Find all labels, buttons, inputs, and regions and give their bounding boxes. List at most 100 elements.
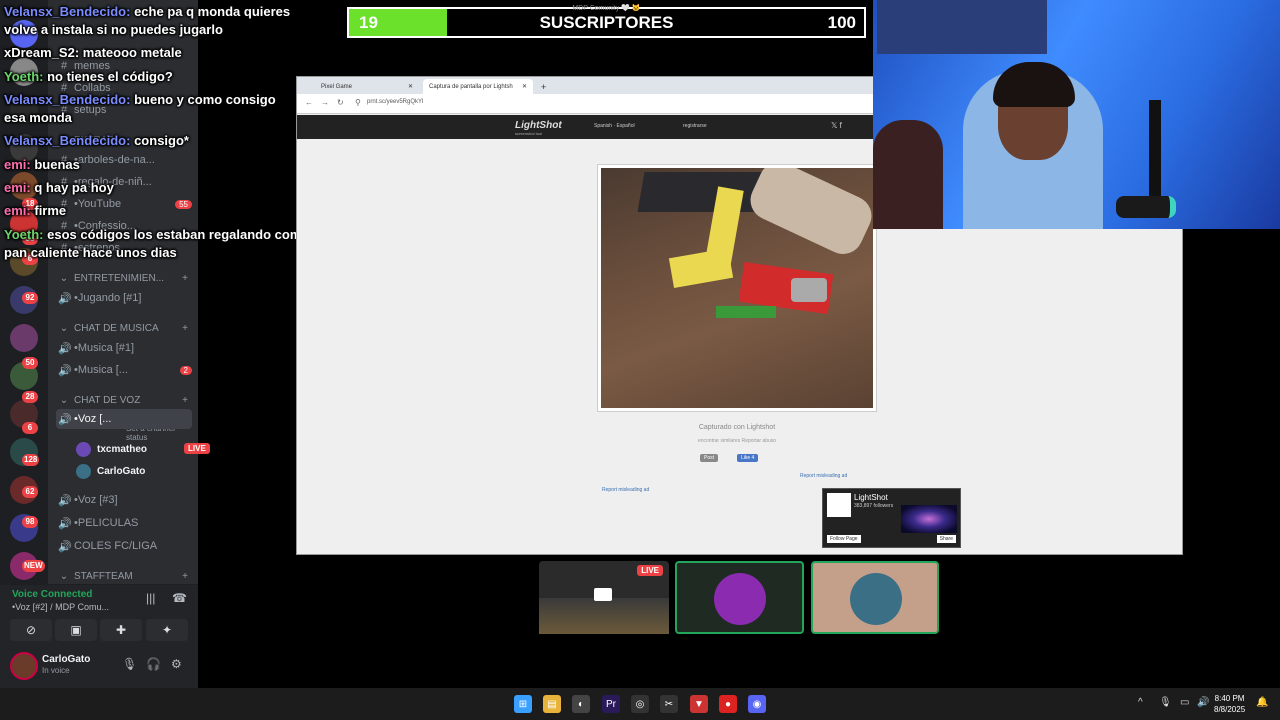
galaxy-image	[901, 505, 957, 533]
channel-category[interactable]: ⌄ ENTRETENIMIEN... +	[58, 268, 198, 288]
avatar	[850, 573, 902, 625]
notification-icon[interactable]: 🔔	[1256, 697, 1268, 708]
lightshot-logo[interactable]: LightShot screenshot tool	[515, 120, 562, 136]
back-icon[interactable]: ←	[305, 98, 313, 107]
follow-page-button[interactable]: Follow Page	[827, 535, 861, 543]
channel-item[interactable]: 🔊 •PELICULAS	[58, 513, 198, 533]
close-icon[interactable]: ✕	[408, 83, 413, 90]
volume-icon[interactable]: 🔊	[1197, 697, 1209, 708]
subscriber-goal-bar: MDP Comunity 🤍 🐱 19 SUSCRIPTORES 100	[347, 5, 866, 38]
chat-text: pan caliente hace unos dias	[4, 245, 177, 260]
wall-poster	[877, 0, 1047, 54]
user-name: CarloGato	[42, 654, 91, 665]
reload-icon[interactable]: ↻	[337, 98, 344, 107]
gear-icon[interactable]: ⚙	[171, 657, 182, 671]
site-info-icon[interactable]: ⚲	[355, 98, 361, 107]
user-panel: CarloGato In voice 🎙 🎧 ⚙	[0, 646, 198, 688]
soundboard-button[interactable]: ✦	[146, 619, 188, 641]
share-button[interactable]: Share	[936, 535, 956, 543]
chat-username: Velansx_Bendecido:	[4, 133, 131, 148]
camera-off-button[interactable]: ⊘	[10, 619, 52, 641]
disconnect-icon[interactable]: ☎	[172, 591, 187, 605]
speaker-icon: 🔊	[58, 494, 72, 507]
like-button[interactable]: Like 4	[737, 454, 759, 462]
chat-username: emi:	[4, 157, 31, 172]
social-icons[interactable]: 𝕏 f	[831, 121, 842, 130]
capcut-icon[interactable]: ✂	[660, 695, 678, 713]
post-button[interactable]: Post	[700, 454, 719, 462]
channel-label: StaffTeam	[74, 570, 133, 582]
report-ad-link[interactable]: Report misleading ad	[602, 487, 649, 493]
add-channel-icon[interactable]: +	[182, 273, 188, 284]
similar-report-links[interactable]: encontrar similares Reportar abuso	[597, 438, 877, 444]
speaker-icon: 🔊	[58, 364, 72, 377]
forward-icon[interactable]: →	[321, 98, 329, 107]
headphones-icon[interactable]: 🎧	[146, 657, 161, 671]
stream-tile-game[interactable]: LIVE	[539, 561, 669, 634]
server-badge: 92	[22, 292, 38, 304]
channel-category[interactable]: ⌄ CHAT DE VOZ +	[58, 390, 198, 410]
clock[interactable]: 8:40 PM 8/8/2025	[1214, 693, 1245, 715]
start-icon[interactable]: ⊞	[514, 695, 532, 713]
premiere-icon[interactable]: Pr	[602, 695, 620, 713]
language-select[interactable]: Spanish · Español	[594, 123, 635, 129]
tab-label: Pixel Game	[321, 83, 353, 90]
webcam-feed	[873, 0, 1280, 229]
chat-username: emi:	[4, 180, 31, 195]
activity-button[interactable]: ✚	[100, 619, 142, 641]
chrome-icon[interactable]: ◎	[631, 695, 649, 713]
person-left	[873, 120, 943, 229]
register-link[interactable]: registrarse	[683, 123, 707, 129]
channel-label: •PELICULAS	[74, 517, 139, 529]
report-ad-link[interactable]: Report misleading ad	[800, 473, 847, 479]
channel-item[interactable]: # •YouTube 55	[58, 194, 198, 214]
file-explorer-icon[interactable]: ▤	[543, 695, 561, 713]
channel-category[interactable]: ⌄ CHAT DE MUSICA +	[58, 318, 198, 338]
screen-share-button[interactable]: ▣	[55, 619, 97, 641]
chat-message: Yoeth: esos códigos los estaban regaland…	[4, 227, 309, 242]
noise-suppression-icon[interactable]: |||	[146, 591, 155, 605]
channel-item[interactable]: 🔊 •Jugando [#1]	[58, 288, 198, 308]
avatar[interactable]	[10, 652, 38, 680]
app-icon[interactable]: ●	[719, 695, 737, 713]
screenshot-image	[597, 164, 877, 412]
channel-label: •Musica [...	[74, 364, 128, 376]
microphone-icon[interactable]: 🎙	[1159, 697, 1172, 708]
chat-text: consigo*	[134, 133, 189, 148]
date: 8/8/2025	[1214, 705, 1246, 714]
channel-item[interactable]: 🔊 •Musica [#1]	[58, 338, 198, 358]
tab-pixel-game[interactable]: Pixel Game ✕	[315, 79, 419, 94]
chat-text: eche pa q monda quieres	[134, 4, 291, 19]
tab-lightshot[interactable]: Captura de pantalla por Lightsh ✕	[423, 79, 533, 94]
channel-category[interactable]: ⌄ StaffTeam +	[58, 566, 198, 586]
microphone-icon[interactable]: 🎙	[122, 657, 137, 671]
close-icon[interactable]: ✕	[522, 83, 527, 90]
network-icon[interactable]: ▭	[1180, 697, 1189, 708]
add-channel-icon[interactable]: +	[182, 395, 188, 406]
voice-channel-label[interactable]: •Voz [#2] / MDP Comu...	[12, 602, 109, 612]
chat-message: Velansx_Bendecido: bueno y como consigo	[4, 92, 276, 107]
chevron-down-icon: ⌄	[59, 394, 69, 406]
stream-tile-avatar-carlogato[interactable]	[811, 561, 939, 634]
add-channel-icon[interactable]: +	[182, 323, 188, 334]
chevron-up-icon[interactable]: ^	[1138, 697, 1143, 708]
discord-icon[interactable]: ◉	[748, 695, 766, 713]
new-tab-icon[interactable]: +	[535, 79, 552, 94]
chat-message: Velansx_Bendecido: consigo*	[4, 133, 189, 148]
stream-tile-avatar-purple[interactable]	[675, 561, 804, 634]
chat-text: q hay pa hoy	[34, 180, 114, 195]
channel-label: CHAT DE MUSICA	[74, 322, 159, 334]
brave-icon[interactable]: ▼	[690, 695, 708, 713]
obs-icon[interactable]: ◐	[572, 695, 590, 713]
server-icon[interactable]	[10, 324, 38, 352]
voice-user-txcmatheo[interactable]: txcmatheo	[76, 439, 147, 459]
channel-item[interactable]: 🔊 •Voz [#3]	[58, 490, 198, 510]
add-channel-icon[interactable]: +	[182, 571, 188, 582]
channel-item[interactable]: 🔊 •Voz [...	[56, 409, 192, 429]
chat-username: Velansx_Bendecido:	[4, 4, 131, 19]
channel-label: CHAT DE VOZ	[74, 394, 141, 406]
user-status: In voice	[42, 666, 70, 675]
channel-item[interactable]: 🔊 COLES FC/LIGA	[58, 536, 198, 556]
channel-item[interactable]: 🔊 •Musica [... 2	[58, 360, 198, 380]
voice-user-carlogato[interactable]: CarloGato	[76, 461, 145, 481]
